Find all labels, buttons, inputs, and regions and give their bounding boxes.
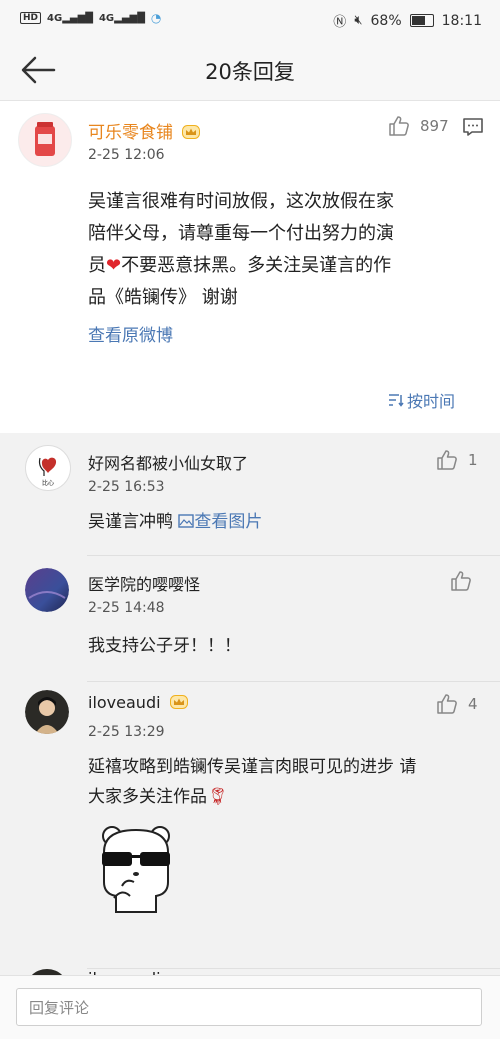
battery-icon [409, 14, 434, 27]
comment-text: 吴谨言很难有时间放假，这次放假在家 陪伴父母，请尊重每一个付出努力的演 员❤不要… [88, 191, 394, 308]
comment-reply-button[interactable] [462, 117, 484, 141]
comment-icon [463, 118, 483, 136]
battery-percent: 68% [370, 12, 402, 29]
like-count: 4 [468, 695, 478, 713]
night-sky-avatar-icon [25, 568, 69, 612]
comment-text: 延禧攻略到皓镧传吴谨言肉眼可见的进步 请 大家多关注作品🌹︎ [88, 757, 417, 807]
thumbs-up-icon [451, 571, 471, 591]
top-nav: 20条回复 [0, 40, 500, 101]
avatar[interactable] [25, 568, 69, 612]
comment-time: 2-25 16:53 [88, 479, 165, 495]
crown-badge-icon [182, 125, 201, 139]
hd-badge: HD [20, 12, 42, 24]
svg-text:比心: 比心 [42, 479, 54, 487]
avatar[interactable] [25, 690, 69, 734]
comment-text: 吴谨言冲鸭 查看图片 [88, 512, 263, 532]
avatar[interactable]: 比心 [25, 445, 71, 491]
list-item: 医学院的嘤嘤怪 2-25 14:48 我支持公子牙！！！ [0, 556, 500, 682]
like-button[interactable]: 1 [436, 449, 478, 471]
like-button[interactable] [450, 570, 472, 592]
like-button[interactable]: 897 [388, 115, 449, 137]
thumbs-up-icon [437, 450, 457, 470]
cool-bear-sticker-icon [102, 826, 170, 913]
portrait-avatar-icon [25, 690, 69, 734]
image-icon [178, 514, 195, 528]
main-comment: 可乐零食铺 2-25 12:06 897 吴谨言很难有时间放假，这次放假在家 陪… [0, 101, 500, 433]
thumbs-up-icon [437, 694, 457, 714]
list-item: iloveaudi 2-25 13:29 4 延禧攻略到皓镧传吴谨言肉眼可见的进… [0, 682, 500, 969]
comment-text: 我支持公子牙！！！ [88, 636, 241, 656]
mute-icon: 🔇︎ [354, 13, 363, 28]
like-button[interactable]: 4 [436, 693, 478, 715]
rose-emoji-icon: 🌹︎ [207, 787, 229, 807]
sort-icon [389, 394, 404, 407]
page-title: 20条回复 [205, 60, 295, 84]
status-bar: HD 4G▂▄▆█ 4G▂▄▆█ ◔ Ⓝ 🔇︎ 68% 18:11 [0, 0, 500, 40]
sort-toggle[interactable]: 按时间 [388, 388, 455, 412]
nfc-icon: Ⓝ [333, 15, 347, 30]
comment-time: 2-25 12:06 [88, 147, 165, 163]
replies-list: 比心 好网名都被小仙女取了 2-25 16:53 1 吴谨言冲鸭 查看图片 医学… [0, 433, 500, 979]
signal-icon-2: 4G▂▄▆█ [98, 12, 145, 24]
author-name[interactable]: iloveaudi [88, 693, 188, 712]
author-name[interactable]: 医学院的嘤嘤怪 [88, 571, 200, 595]
author-name[interactable]: 好网名都被小仙女取了 [88, 450, 248, 474]
list-item: 比心 好网名都被小仙女取了 2-25 16:53 1 吴谨言冲鸭 查看图片 [0, 433, 500, 556]
thumbs-up-icon [389, 116, 409, 136]
view-original-link[interactable]: 查看原微博 [88, 321, 173, 346]
like-count: 897 [420, 117, 449, 135]
clock: 18:11 [441, 12, 482, 29]
comment-time: 2-25 14:48 [88, 600, 165, 616]
like-count: 1 [468, 451, 478, 469]
view-image-link[interactable]: 查看图片 [178, 512, 262, 532]
reply-bar: 回复评论 [0, 975, 500, 1039]
avatar[interactable] [18, 113, 72, 167]
bear-sticker-image[interactable] [96, 822, 176, 921]
sync-icon: ◔ [150, 11, 162, 25]
crown-badge-icon [169, 695, 188, 709]
signal-icon: 4G▂▄▆█ [47, 12, 93, 24]
reply-input[interactable]: 回复评论 [16, 988, 482, 1026]
heart-emoji-icon: ❤ [106, 255, 122, 276]
author-name[interactable]: 可乐零食铺 [88, 118, 201, 143]
comment-time: 2-25 13:29 [88, 724, 165, 740]
heart-sketch-avatar-icon: 比心 [26, 446, 70, 490]
store-logo-icon [19, 114, 71, 166]
